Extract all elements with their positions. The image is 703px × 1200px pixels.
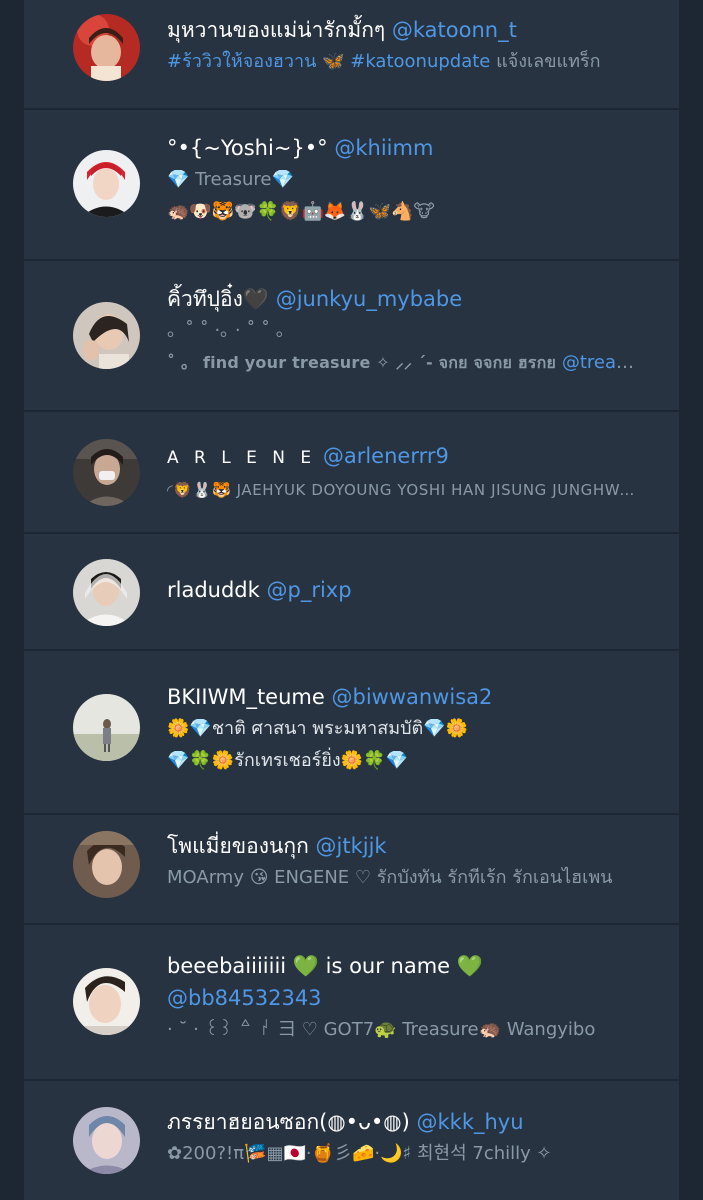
avatar[interactable] — [73, 1107, 140, 1174]
display-name: มุหวานของแม่น่ารักมั้กๆ — [167, 18, 386, 42]
user-row[interactable]: A R L E N E @arlenerrr9 ◜🦁🐰🐯 JAEHYUK DOY… — [24, 412, 679, 532]
user-handle[interactable]: @junkyu_mybabe — [276, 287, 462, 311]
user-row[interactable]: คิ้วทึปุอิ๋ง🖤 @junkyu_mybabe 。˚ ˚ ·｡ · ˚… — [24, 261, 679, 410]
display-name: A R L E N E — [167, 448, 317, 468]
avatar[interactable] — [73, 302, 140, 369]
user-bio: · ˘ · ꒰꒱ ꒫ ꒛ ⺕ ♡ GOT7🐢 Treasure🦔 Wangyib… — [167, 1019, 596, 1040]
avatar[interactable] — [73, 439, 140, 506]
user-bio-line2: 💎🍀🌼รักเทรเชอร์ยิ่ง🌼🍀💎 — [167, 750, 408, 771]
avatar[interactable] — [73, 14, 140, 81]
display-name: คิ้วทึปุอิ๋ง🖤 — [167, 287, 270, 311]
user-handle[interactable]: @biwwanwisa2 — [331, 685, 492, 709]
user-handle[interactable]: @arlenerrr9 — [323, 444, 449, 468]
user-row[interactable]: rladuddk @p_rixp — [24, 534, 679, 649]
user-row[interactable]: ภรรยาฮยอนซอก(◍•ᴗ•◍) @kkk_hyu ✿200?!π🎏▦🇯🇵… — [24, 1081, 679, 1200]
avatar[interactable] — [73, 831, 140, 898]
user-name-line: °•{~Yoshi~}•° @khiimm — [167, 132, 635, 164]
user-row[interactable]: โพแมี่ยของนกุก @jtkjjk MOArmy 😘 ENGENE ♡… — [24, 815, 679, 923]
user-list: มุหวานของแม่น่ารักมั้กๆ @katoonn_t #ร้วว… — [24, 0, 679, 1200]
user-bio: ◜🦁🐰🐯 JAEHYUK DOYOUNG YOSHI HAN JISUNG JU… — [167, 481, 635, 499]
user-name-line: BKIIWM_teume @biwwanwisa2 — [167, 681, 635, 713]
user-row[interactable]: beeebaiiiiiii 💚 is our name 💚 @bb8453234… — [24, 925, 679, 1079]
user-name-line: มุหวานของแม่น่ารักมั้กๆ @katoonn_t — [167, 14, 635, 46]
display-name: โพแมี่ยของนกุก — [167, 834, 309, 858]
user-name-line: โพแมี่ยของนกุก @jtkjjk — [167, 830, 635, 862]
bio-text: แจ้งเลขแทร็ก — [490, 51, 601, 72]
user-handle[interactable]: @kkk_hyu — [417, 1110, 524, 1134]
avatar[interactable] — [73, 150, 140, 217]
app-frame: มุหวานของแม่น่ารักมั้กๆ @katoonn_t #ร้วว… — [0, 0, 703, 1200]
display-name: °•{~Yoshi~}•° — [167, 136, 328, 160]
mention-link[interactable]: @treasuremembers — [562, 352, 635, 373]
display-name: beeebaiiiiiii 💚 is our name 💚 — [167, 954, 483, 978]
user-handle[interactable]: @bb84532343 — [167, 986, 322, 1010]
user-bio-line2: ˚ 。 find your treasure ✧ ⸝⸝ ˊ- จกย จจกย … — [167, 347, 635, 379]
user-handle[interactable]: @p_rixp — [267, 578, 352, 602]
user-row[interactable]: มุหวานของแม่น่ารักมั้กๆ @katoonn_t #ร้วว… — [24, 0, 679, 108]
user-name-line: beeebaiiiiiii 💚 is our name 💚 — [167, 950, 635, 982]
user-bio: 🌼💎ชาติ ศาสนา พระมหาสมบัติ💎🌼 — [167, 718, 469, 739]
display-name: BKIIWM_teume — [167, 685, 325, 709]
avatar[interactable] — [73, 694, 140, 761]
avatar[interactable] — [73, 559, 140, 626]
user-bio: #ร้ววิวให้จองฮวาน 🦋 #katoonupdate แจ้งเล… — [167, 46, 635, 78]
display-name: rladuddk — [167, 578, 260, 602]
avatar[interactable] — [73, 968, 140, 1035]
user-name-line: คิ้วทึปุอิ๋ง🖤 @junkyu_mybabe — [167, 283, 635, 315]
bio-text: ˚ 。 find your treasure ✧ ⸝⸝ ˊ- จกย จจกย … — [167, 353, 562, 372]
user-handle[interactable]: @katoonn_t — [392, 18, 517, 42]
user-bio-emoji: 🦔🐶🐯🐨🍀🦁🤖🦊🐰🦋🐴🐮 — [167, 201, 435, 222]
user-name-line: A R L E N E @arlenerrr9 — [167, 440, 635, 474]
user-handle-line: @bb84532343 — [167, 982, 635, 1014]
user-name-line: ภรรยาฮยอนซอก(◍•ᴗ•◍) @kkk_hyu — [167, 1106, 635, 1138]
user-name-line: rladuddk @p_rixp — [167, 574, 635, 606]
user-row[interactable]: °•{~Yoshi~}•° @khiimm 💎 Treasure💎 🦔🐶🐯🐨🍀🦁… — [24, 110, 679, 259]
user-handle[interactable]: @jtkjjk — [316, 834, 387, 858]
user-bio: 💎 Treasure💎 — [167, 169, 294, 190]
user-row[interactable]: BKIIWM_teume @biwwanwisa2 🌼💎ชาติ ศาสนา พ… — [24, 651, 679, 813]
user-handle[interactable]: @khiimm — [334, 136, 433, 160]
hashtag-link[interactable]: #ร้ววิวให้จองฮวาน 🦋 #katoonupdate — [167, 51, 490, 72]
user-bio: 。˚ ˚ ·｡ · ˚ ˚ 。 — [167, 320, 294, 341]
display-name: ภรรยาฮยอนซอก(◍•ᴗ•◍) — [167, 1110, 410, 1134]
user-bio: MOArmy 😘 ENGENE ♡ รักบังทัน รักทีเร้ก รั… — [167, 867, 613, 888]
user-bio: ✿200?!π🎏▦🇯🇵·🍯彡🧀·🌙♯ 최현석 7chilly ✧ — [167, 1143, 552, 1164]
